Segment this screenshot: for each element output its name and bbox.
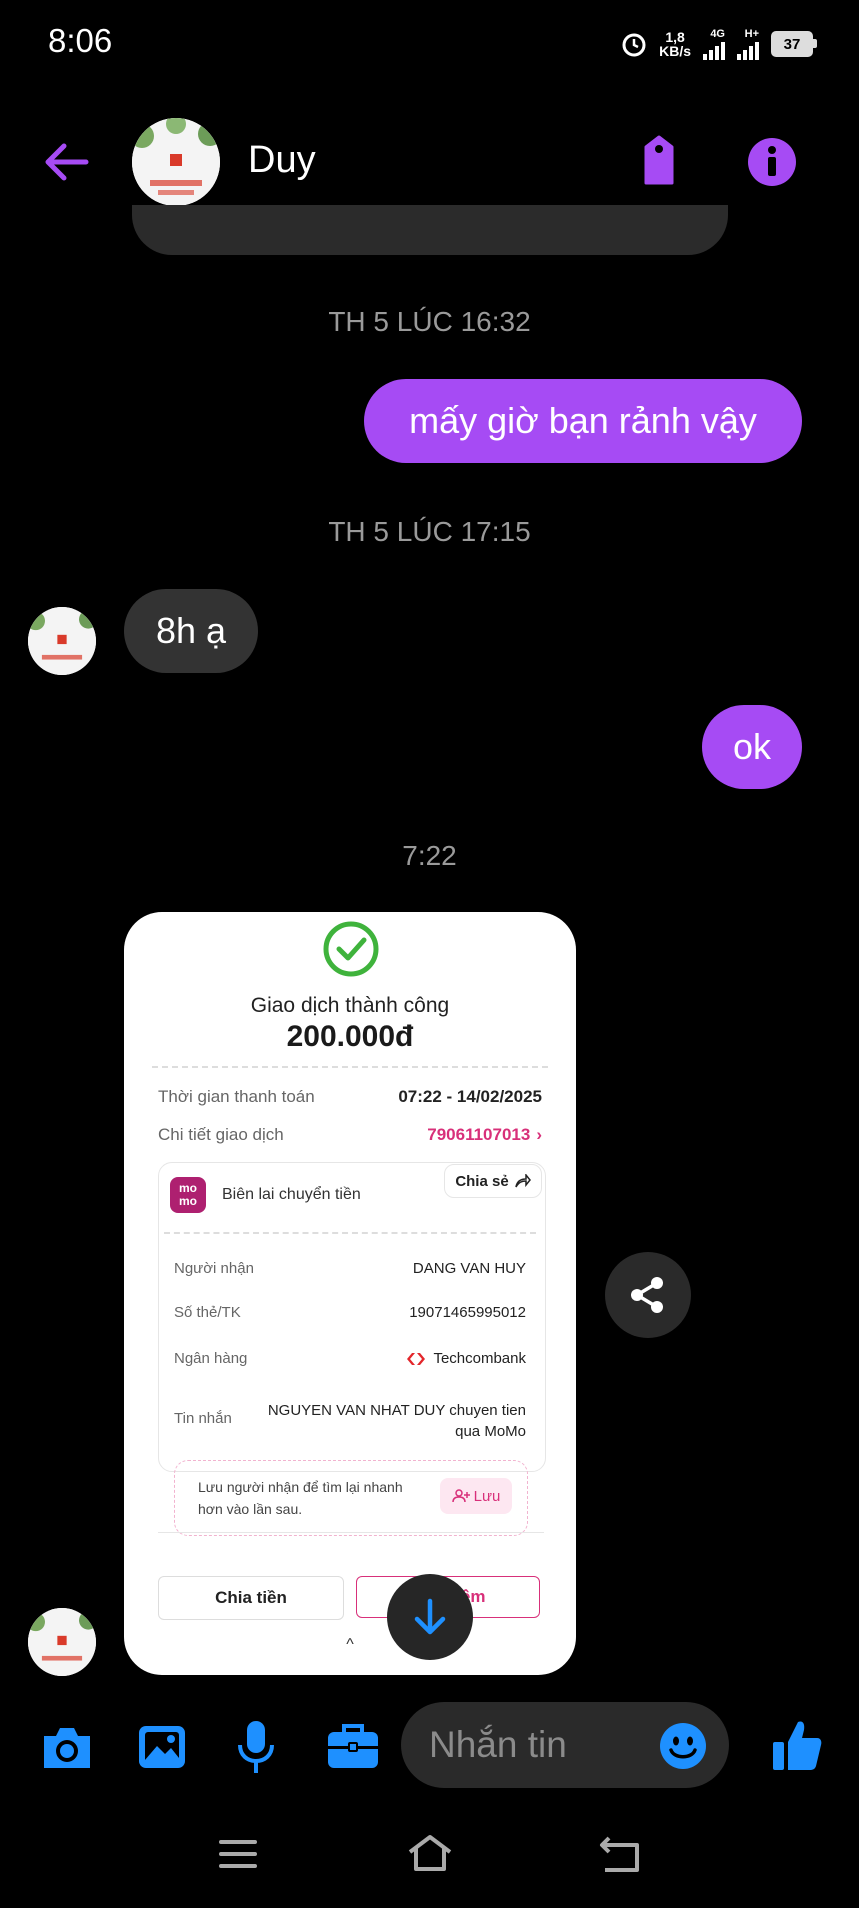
message-placeholder: Nhắn tin (429, 1724, 567, 1765)
success-check-icon (323, 921, 379, 977)
sent-message[interactable]: ok (702, 705, 802, 789)
payment-time-label: Thời gian thanh toán (158, 1087, 315, 1106)
previous-message-bubble[interactable] (132, 205, 728, 255)
receipt-title: Giao dịch thành công (250, 994, 450, 1017)
recipient-value: DANG VAN HUY (412, 1260, 526, 1277)
status-time: 8:06 (48, 22, 113, 59)
transaction-id: 79061107013 › (427, 1125, 542, 1144)
camera-icon[interactable] (40, 1722, 94, 1772)
arrow-down-icon (414, 1598, 446, 1635)
signal-hplus: H+ (737, 28, 759, 60)
divider (152, 1066, 548, 1068)
account-label: Số thẻ/TK (174, 1304, 241, 1321)
receipt-amount: 200.000đ (286, 1020, 414, 1053)
timestamp: TH 5 LÚC 16:32 (328, 306, 531, 337)
back-nav-icon[interactable] (598, 1834, 642, 1874)
transaction-detail-label: Chi tiết giao dịch (158, 1125, 284, 1144)
transaction-receipt-image[interactable]: Giao dịch thành công 200.000đ Thời gian … (124, 912, 576, 1675)
sender-avatar[interactable] (28, 1608, 96, 1676)
scroll-to-bottom-button[interactable] (387, 1574, 473, 1660)
timestamp: TH 5 LÚC 17:15 (328, 516, 531, 547)
signal-bars-icon (737, 40, 759, 60)
message-input[interactable]: Nhắn tin (401, 1702, 729, 1788)
caret-up-icon: ^ (346, 1636, 354, 1653)
share-pill: Chia sẻ (444, 1164, 542, 1198)
split-money-button: Chia tiền (158, 1576, 344, 1620)
save-hint: Lưu người nhận để tìm lại nhanh hơn vào … (198, 1479, 403, 1517)
divider (164, 1232, 536, 1234)
signal-4g: 4G (703, 28, 725, 60)
alarm-icon (622, 33, 646, 57)
momo-logo: mo mo (170, 1177, 206, 1213)
tag-icon[interactable] (636, 134, 682, 188)
techcombank-logo-icon (407, 1352, 426, 1365)
payment-time-value: 07:22 - 14/02/2025 (398, 1087, 542, 1106)
menu-icon[interactable] (218, 1836, 258, 1872)
bank-value: Techcombank (407, 1350, 526, 1367)
thumbs-up-icon[interactable] (770, 1716, 824, 1774)
emoji-icon[interactable] (659, 1722, 707, 1770)
bank-label: Ngân hàng (174, 1350, 248, 1367)
network-speed: 1,8 KB/s (659, 29, 691, 59)
briefcase-icon[interactable] (326, 1720, 380, 1772)
share-arrow-icon (514, 1174, 531, 1188)
receipt-label: Biên lai chuyển tiền (222, 1186, 361, 1203)
message-value: NGUYEN VAN NHAT DUY chuyen tien qua MoMo (267, 1402, 526, 1440)
info-icon[interactable] (746, 136, 798, 188)
gallery-icon[interactable] (136, 1722, 188, 1772)
microphone-icon[interactable] (234, 1718, 278, 1776)
message-label: Tin nhắn (174, 1410, 232, 1427)
chevron-right-icon: › (536, 1125, 542, 1144)
back-arrow-icon[interactable] (40, 140, 92, 184)
add-person-icon (451, 1489, 470, 1503)
status-icons: 1,8 KB/s 4G H+ 37 (621, 28, 817, 60)
received-message[interactable]: 8h ạ (124, 589, 258, 673)
timestamp: 7:22 (402, 840, 457, 871)
save-recipient-button: Lưu (440, 1478, 512, 1514)
sender-avatar[interactable] (28, 607, 96, 675)
share-icon (631, 1277, 663, 1313)
home-icon[interactable] (406, 1832, 454, 1874)
divider (158, 1532, 544, 1534)
sent-message[interactable]: mấy giờ bạn rảnh vậy (364, 379, 802, 463)
contact-avatar[interactable] (132, 118, 220, 206)
share-button[interactable] (605, 1252, 691, 1338)
signal-bars-icon (703, 40, 725, 60)
contact-name[interactable]: Duy (248, 139, 316, 182)
recipient-label: Người nhận (174, 1260, 254, 1277)
account-value: 19071465995012 (409, 1304, 526, 1321)
battery-icon: 37 (771, 31, 817, 57)
